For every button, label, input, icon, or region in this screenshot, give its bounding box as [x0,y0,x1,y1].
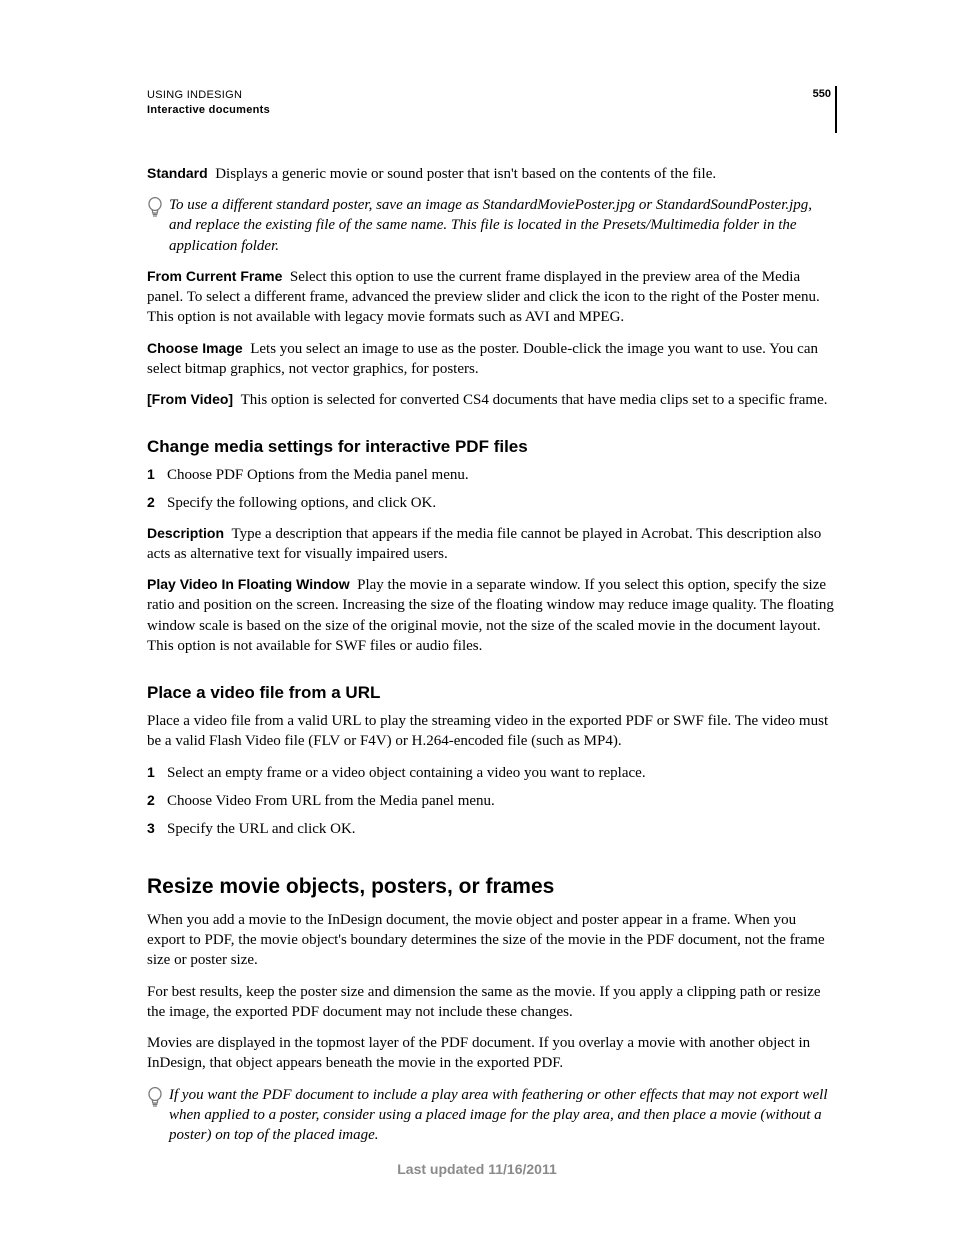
def-from-video-label: [From Video] [147,391,233,407]
def-choose-image: Choose Image Lets you select an image to… [147,339,837,380]
footer-updated: Last updated 11/16/2011 [0,1161,954,1177]
def-from-current-label: From Current Frame [147,268,282,284]
def-description-text: Type a description that appears if the m… [147,526,821,562]
chapter-title: Interactive documents [147,103,270,118]
document-page: USING INDESIGN Interactive documents 550… [0,0,954,1235]
heading-resize: Resize movie objects, posters, or frames [147,873,837,901]
heading-change-media: Change media settings for interactive PD… [147,436,837,459]
lightbulb-icon [147,195,163,256]
def-choose-image-label: Choose Image [147,340,243,356]
list-item: Select an empty frame or a video object … [147,763,837,783]
def-standard: Standard Displays a generic movie or sou… [147,164,837,184]
header-titles: USING INDESIGN Interactive documents [147,88,270,119]
def-standard-text: Displays a generic movie or sound poster… [215,166,716,182]
steps-change-media: Choose PDF Options from the Media panel … [147,465,837,514]
def-play-float: Play Video In Floating Window Play the m… [147,575,837,656]
place-url-intro: Place a video file from a valid URL to p… [147,711,837,752]
page-number: 550 [813,88,837,100]
list-item: Choose PDF Options from the Media panel … [147,465,837,485]
list-item: Specify the URL and click OK. [147,819,837,839]
steps-place-url: Select an empty frame or a video object … [147,763,837,840]
tip-standard-poster: To use a different standard poster, save… [147,195,837,256]
book-title: USING INDESIGN [147,88,270,103]
tip-standard-poster-text: To use a different standard poster, save… [169,195,837,256]
def-from-video-text: This option is selected for converted CS… [241,392,828,408]
list-item: Choose Video From URL from the Media pan… [147,791,837,811]
heading-place-url: Place a video file from a URL [147,682,837,705]
lightbulb-icon [147,1085,163,1146]
page-header: USING INDESIGN Interactive documents 550 [147,88,837,119]
list-item: Specify the following options, and click… [147,493,837,513]
def-standard-label: Standard [147,165,208,181]
tip-resize-text: If you want the PDF document to include … [169,1085,837,1146]
def-from-current: From Current Frame Select this option to… [147,267,837,328]
resize-p3: Movies are displayed in the topmost laye… [147,1033,837,1074]
def-description-label: Description [147,525,224,541]
def-from-video: [From Video] This option is selected for… [147,390,837,410]
def-choose-image-text: Lets you select an image to use as the p… [147,341,818,377]
body-content: Standard Displays a generic movie or sou… [147,164,837,1145]
tip-resize: If you want the PDF document to include … [147,1085,837,1146]
resize-p1: When you add a movie to the InDesign doc… [147,910,837,971]
resize-p2: For best results, keep the poster size a… [147,982,837,1023]
header-rule [835,86,837,133]
def-description: Description Type a description that appe… [147,524,837,565]
def-play-float-label: Play Video In Floating Window [147,576,350,592]
